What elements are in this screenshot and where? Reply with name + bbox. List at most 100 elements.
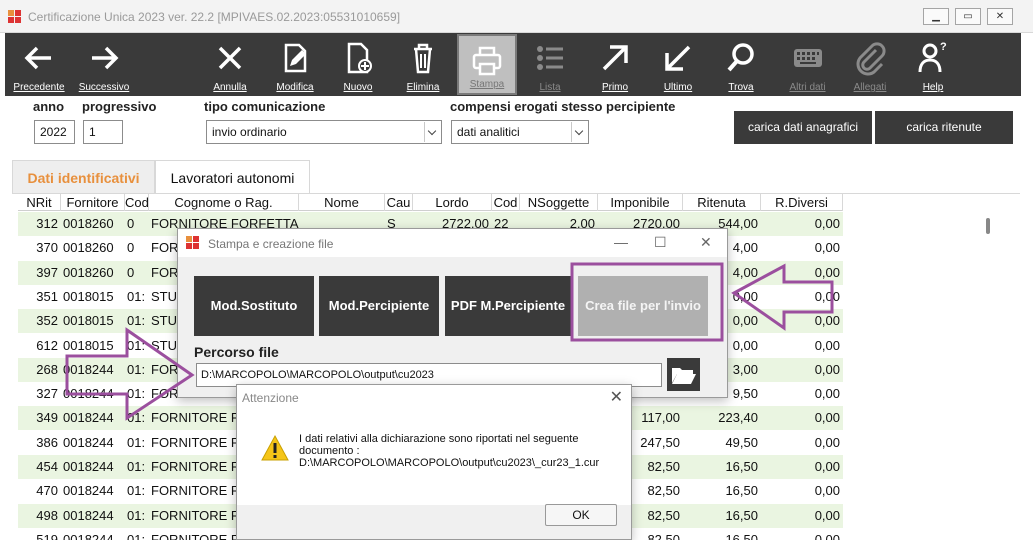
toolbar-nuovo-button[interactable]: Nuovo <box>333 33 383 96</box>
table-cell: 0018015 <box>63 337 114 353</box>
table-cell: 01: <box>127 483 146 499</box>
table-cell: 370 <box>36 240 58 256</box>
toolbar-altri-dati-button[interactable]: Altri dati <box>780 33 835 96</box>
table-cell: 0018244 <box>63 361 114 377</box>
svg-text:?: ? <box>940 41 947 53</box>
attenzione-dialog-titlebar: Attenzione ✕ <box>237 385 631 410</box>
table-cell: 16,50 <box>725 531 758 540</box>
table-cell: 0018244 <box>63 386 114 402</box>
search-icon <box>727 43 754 72</box>
column-header[interactable]: Lordo <box>413 194 492 211</box>
mod-sostituto-button[interactable]: Mod.Sostituto <box>194 276 314 336</box>
chevron-down-icon <box>571 122 587 142</box>
table-cell: 612 <box>36 337 58 353</box>
table-cell: 0,00 <box>814 264 840 280</box>
column-header[interactable]: Imponibile <box>598 194 683 211</box>
browse-folder-button[interactable] <box>667 358 700 391</box>
table-cell: 01: <box>127 386 146 402</box>
list-icon <box>537 46 563 70</box>
toolbar-ultimo-button[interactable]: Ultimo <box>653 33 703 96</box>
title-bar: Certificazione Unica 2023 ver. 22.2 [MPI… <box>0 0 1033 33</box>
percorso-file-label: Percorso file <box>194 344 279 360</box>
ok-button[interactable]: OK <box>545 504 617 526</box>
toolbar-successivo-button[interactable]: Successivo <box>73 33 135 96</box>
column-header[interactable]: Nome <box>299 194 385 211</box>
toolbar-allegati-button[interactable]: Allegati <box>845 33 895 96</box>
tipo-comunicazione-select[interactable]: invio ordinario <box>206 120 442 144</box>
table-cell: 0,00 <box>814 240 840 256</box>
table-cell: 0,00 <box>814 459 840 474</box>
progressivo-label: progressivo <box>82 99 157 114</box>
compensi-select[interactable]: dati analitici <box>451 120 589 144</box>
table-cell: 16,50 <box>725 459 758 474</box>
toolbar-annulla-button[interactable]: Annulla <box>205 33 255 96</box>
toolbar-primo-button[interactable]: Primo <box>590 33 640 96</box>
dialog-maximize-button[interactable]: ☐ <box>654 234 667 251</box>
alert-close-button[interactable]: ✕ <box>610 387 623 407</box>
grid-scrollbar[interactable] <box>986 218 990 234</box>
table-cell: 268 <box>36 361 58 377</box>
table-cell: 16,50 <box>725 483 758 499</box>
dialog-minimize-button[interactable]: — <box>614 234 628 250</box>
close-button[interactable]: ✕ <box>987 8 1013 25</box>
table-cell: 0018244 <box>63 434 114 450</box>
column-header[interactable]: Ritenuta <box>683 194 761 211</box>
table-cell: 0 <box>127 240 135 256</box>
table-cell: 0018015 <box>63 313 114 329</box>
table-cell: 01: <box>127 531 146 540</box>
column-header[interactable]: NRit <box>18 194 61 211</box>
app-logo-icon <box>186 236 200 250</box>
mod-percipiente-button[interactable]: Mod.Percipiente <box>319 276 439 336</box>
column-header[interactable]: Cognome o Rag. <box>149 194 299 211</box>
table-cell: 0018244 <box>63 531 114 540</box>
table-cell: 349 <box>36 410 58 426</box>
progressivo-input[interactable]: 1 <box>83 120 123 144</box>
tab-dati-identificativi[interactable]: Dati identificativi <box>12 160 155 194</box>
tab-lavoratori-autonomi[interactable]: Lavoratori autonomi <box>155 160 310 194</box>
carica-ritenute-button[interactable]: carica ritenute <box>875 111 1013 144</box>
toolbar-stampa-button[interactable]: Stampa <box>457 34 517 95</box>
toolbar-elimina-button[interactable]: Elimina <box>398 33 448 96</box>
table-cell: 01: <box>127 459 146 474</box>
table-cell: 0018260 <box>63 264 114 280</box>
toolbar-modifica-button[interactable]: Modifica <box>270 33 320 96</box>
table-cell: 16,50 <box>725 507 758 523</box>
column-header[interactable]: Cod <box>492 194 520 211</box>
stampa-dialog-titlebar: Stampa e creazione file — ☐ ✕ <box>178 229 727 257</box>
minimize-button[interactable]: ▁ <box>923 8 949 25</box>
anno-input[interactable]: 2022 <box>34 120 75 144</box>
toolbar-precedente-button[interactable]: Precedente <box>5 33 73 96</box>
toolbar-lista-button[interactable]: Lista <box>525 33 575 96</box>
edit-document-icon <box>284 43 307 73</box>
pdf-percipiente-button[interactable]: PDF M.Percipiente <box>445 276 571 336</box>
folder-open-icon <box>672 368 696 384</box>
attenzione-dialog: Attenzione ✕ I dati relativi alla dichia… <box>236 384 632 540</box>
column-header[interactable]: Cau <box>385 194 413 211</box>
dialog-close-button[interactable]: ✕ <box>700 234 712 251</box>
column-header[interactable]: Cod <box>125 194 149 211</box>
table-cell: 0018244 <box>63 507 114 523</box>
maximize-button[interactable]: ▭ <box>955 8 981 25</box>
table-cell: 0,00 <box>814 288 840 304</box>
column-header[interactable]: NSoggette <box>520 194 598 211</box>
table-cell: 01: <box>127 313 146 329</box>
table-cell: 0018244 <box>63 483 114 499</box>
table-cell: 312 <box>36 216 58 231</box>
stampa-dialog: Stampa e creazione file — ☐ ✕ Mod.Sostit… <box>177 228 728 398</box>
table-cell: 0,00 <box>814 313 840 329</box>
column-header[interactable]: Fornitore <box>61 194 125 211</box>
table-cell: 01: <box>127 410 146 426</box>
arrow-left-icon <box>24 46 51 70</box>
table-cell: 0018260 <box>63 216 114 231</box>
attenzione-dialog-body: I dati relativi alla dichiarazione sono … <box>237 410 631 505</box>
column-header[interactable]: R.Diversi <box>761 194 843 211</box>
toolbar-help-button[interactable]: ? Help <box>908 33 958 96</box>
carica-dati-anagrafici-button[interactable]: carica dati anagrafici <box>734 111 872 144</box>
crea-file-invio-button[interactable]: Crea file per l'invio <box>578 276 708 336</box>
toolbar-trova-button[interactable]: Trova <box>716 33 766 96</box>
table-cell: 0,00 <box>814 531 840 540</box>
x-icon <box>218 46 242 70</box>
table-cell: 0018260 <box>63 240 114 256</box>
stampa-dialog-title: Stampa e creazione file <box>208 237 334 251</box>
printer-icon <box>472 46 502 76</box>
